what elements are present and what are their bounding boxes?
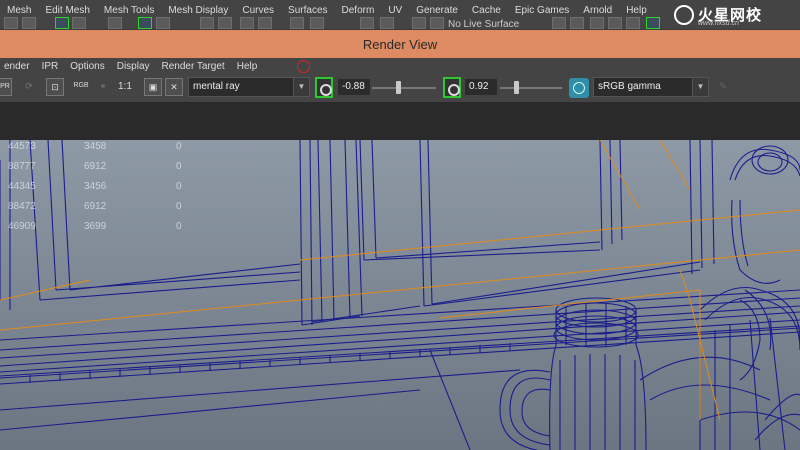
hud-value: 0 — [176, 141, 182, 152]
chevron-down-icon: ▼ — [692, 78, 708, 96]
hud-value: 6912 — [84, 161, 107, 172]
render-view-menu-bar: ender IPR Options Display Render Target … — [0, 58, 800, 74]
menu-help[interactable]: Help — [231, 60, 264, 73]
ipr-icon[interactable] — [590, 17, 604, 29]
exposure-slider-handle[interactable] — [395, 81, 401, 94]
hud-value: 44345 — [8, 181, 36, 192]
exposure-field[interactable]: -0.88 — [338, 79, 370, 95]
snap-surface-icon[interactable] — [156, 17, 170, 29]
real-size-button[interactable]: 1:1 — [118, 81, 132, 92]
select-icon[interactable] — [290, 17, 304, 29]
shelf-tool-icon[interactable] — [22, 17, 36, 29]
renderer-select[interactable]: mental ray ▼ — [188, 77, 310, 97]
snapshot-icon[interactable]: ✎ — [714, 78, 732, 96]
region-render-icon[interactable]: ⊡ — [46, 78, 64, 96]
menu-generate[interactable]: Generate — [409, 3, 465, 18]
exposure-icon[interactable] — [315, 77, 333, 98]
menu-surfaces[interactable]: Surfaces — [281, 3, 334, 18]
hud-value: 88777 — [8, 161, 36, 172]
live-surface-icon[interactable] — [430, 17, 444, 29]
hud-value: 0 — [176, 201, 182, 212]
menu-render-target[interactable]: Render Target — [156, 60, 231, 73]
lasso-icon[interactable] — [310, 17, 324, 29]
scene-viewport[interactable]: 44573 3458 0 88777 6912 0 44345 3456 0 88472 6912 0… — [0, 140, 800, 450]
menu-curves[interactable]: Curves — [235, 3, 281, 18]
remove-image-icon[interactable]: ✕ — [165, 78, 183, 96]
ipr-render-button[interactable]: IPR — [0, 78, 12, 96]
menu-epic-games[interactable]: Epic Games — [508, 3, 576, 18]
render-image-area — [0, 102, 800, 140]
menu-arnold[interactable]: Arnold — [576, 3, 619, 18]
gamma-field[interactable]: 0.92 — [465, 79, 497, 95]
refresh-icon[interactable]: ⟳ — [20, 78, 38, 96]
hud-value: 3699 — [84, 221, 107, 232]
render-view-icon[interactable] — [646, 17, 660, 29]
renderer-value: mental ray — [193, 81, 240, 92]
snap-curve-icon[interactable] — [72, 17, 86, 29]
render-view-title-bar[interactable]: Render View — [0, 30, 800, 58]
keep-image-icon[interactable]: ▣ — [144, 78, 162, 96]
hud-value: 3458 — [84, 141, 107, 152]
color-profile-select[interactable]: sRGB gamma ▼ — [593, 77, 709, 97]
logo-mark-icon — [674, 5, 694, 25]
menu-display[interactable]: Display — [111, 60, 156, 73]
color-management-icon[interactable] — [569, 78, 589, 98]
hud-value: 44573 — [8, 141, 36, 152]
color-profile-value: sRGB gamma — [598, 81, 661, 92]
hud-value: 88472 — [8, 201, 36, 212]
menu-edit-mesh[interactable]: Edit Mesh — [38, 3, 96, 18]
output-icon[interactable] — [258, 17, 272, 29]
watermark-logo: 火星网校 www.hxsd.cn — [672, 3, 792, 29]
menu-mesh-tools[interactable]: Mesh Tools — [97, 3, 161, 18]
menu-options[interactable]: Options — [64, 60, 110, 73]
menu-help[interactable]: Help — [619, 3, 654, 18]
input-icon[interactable] — [240, 17, 254, 29]
gamma-slider-handle[interactable] — [513, 81, 519, 94]
construction-icon[interactable] — [218, 17, 232, 29]
hud-value: 0 — [176, 181, 182, 192]
logo-url: www.hxsd.cn — [698, 20, 739, 27]
menu-mesh[interactable]: Mesh — [0, 3, 38, 18]
menu-mesh-display[interactable]: Mesh Display — [161, 3, 235, 18]
menu-ipr[interactable]: IPR — [36, 60, 65, 73]
menu-deform[interactable]: Deform — [335, 3, 382, 18]
snap-point-icon[interactable] — [108, 17, 122, 29]
render-frame-icon[interactable] — [552, 17, 566, 29]
link-icon[interactable]: ⚭ — [94, 78, 112, 96]
symmetry-icon[interactable] — [412, 17, 426, 29]
hud-value: 3456 — [84, 181, 107, 192]
snap-view-icon[interactable] — [138, 17, 152, 29]
window-title: Render View — [362, 37, 438, 52]
gamma-slider[interactable] — [500, 87, 562, 89]
cursor-highlight-circle — [297, 60, 310, 73]
gamma-icon[interactable] — [443, 77, 461, 98]
history-icon[interactable] — [200, 17, 214, 29]
hud-value: 0 — [176, 221, 182, 232]
hud-value: 6912 — [84, 201, 107, 212]
exposure-slider[interactable] — [372, 87, 436, 89]
shelf-tool-icon[interactable] — [4, 17, 18, 29]
menu-render[interactable]: ender — [0, 60, 36, 73]
magnet-icon[interactable] — [360, 17, 374, 29]
wireframe-scene — [0, 140, 800, 450]
snap-grid-icon[interactable] — [55, 17, 69, 29]
hypershade-icon[interactable] — [626, 17, 640, 29]
hud-value: 0 — [176, 161, 182, 172]
menu-cache[interactable]: Cache — [465, 3, 508, 18]
hud-value: 46909 — [8, 221, 36, 232]
render-sequence-icon[interactable] — [570, 17, 584, 29]
menu-uv[interactable]: UV — [381, 3, 409, 18]
main-menu-bar: Mesh Edit Mesh Mesh Tools Mesh Display C… — [0, 0, 800, 30]
rgb-channel-button[interactable]: RGB — [72, 78, 90, 96]
render-settings-icon[interactable] — [608, 17, 622, 29]
render-view-toolbar: IPR ⟳ ⊡ RGB ⚭ 1:1 ▣ ✕ mental ray ▼ -0.88… — [0, 74, 800, 102]
chevron-down-icon: ▼ — [293, 78, 309, 96]
soft-select-icon[interactable] — [380, 17, 394, 29]
